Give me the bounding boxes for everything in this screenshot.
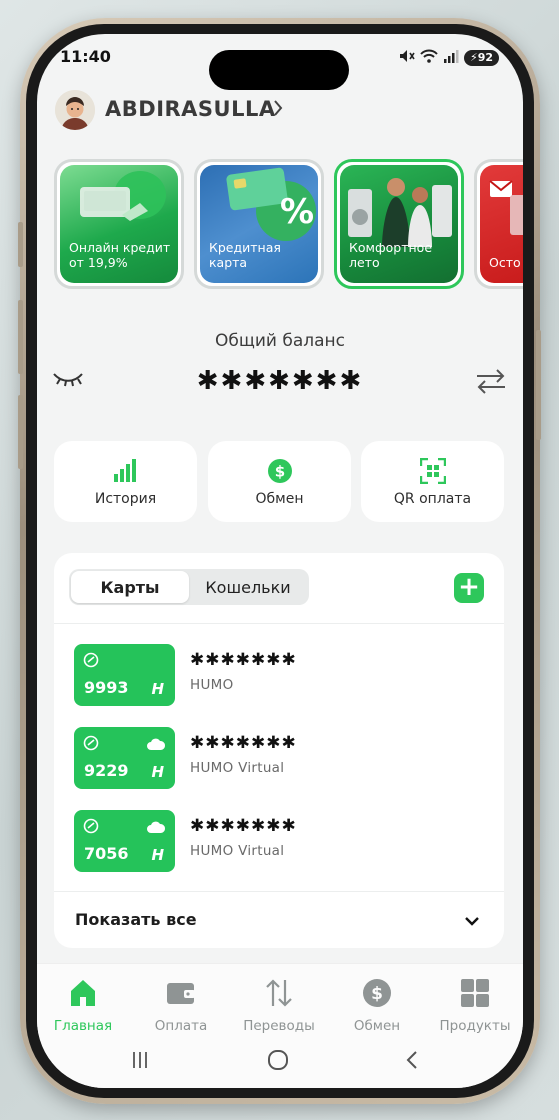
card-balance-masked: ✱✱✱✱✱✱✱ bbox=[190, 650, 297, 670]
action-button bbox=[18, 222, 23, 267]
story-credit-card[interactable]: % Кредитная карта bbox=[194, 159, 324, 289]
status-time: 11:40 bbox=[60, 47, 111, 66]
screen: 11:40 ⚡92 ABDIRASULLA Онлайн кредит от 1… bbox=[37, 34, 523, 1088]
home-icon bbox=[37, 976, 132, 1010]
chart-bars-icon bbox=[54, 458, 197, 482]
cards-wallets-toggle: Карты Кошельки bbox=[69, 569, 309, 605]
qr-payment-button[interactable]: QR оплата bbox=[361, 441, 504, 522]
show-all-button[interactable]: Показать все bbox=[75, 910, 197, 929]
tab-wallets[interactable]: Кошельки bbox=[189, 571, 307, 603]
qr-scan-icon bbox=[361, 458, 504, 484]
card-row[interactable]: 9993 H ✱✱✱✱✱✱✱ HUMO bbox=[74, 644, 494, 706]
nav-transfers[interactable]: Переводы bbox=[230, 976, 328, 1034]
nav-label: Обмен bbox=[353, 1018, 401, 1034]
card-type: HUMO bbox=[190, 677, 234, 693]
back-icon[interactable] bbox=[405, 1050, 419, 1074]
card-balance-masked: ✱✱✱✱✱✱✱ bbox=[190, 816, 297, 836]
story-label: Кредитная карта bbox=[209, 240, 281, 270]
nav-exchange[interactable]: $ Обмен bbox=[328, 976, 426, 1034]
balance-value: ✱✱✱✱✱✱✱ bbox=[196, 366, 364, 396]
dynamic-island bbox=[209, 50, 349, 90]
status-icons: ⚡92 bbox=[399, 48, 499, 67]
add-card-button[interactable]: + bbox=[454, 573, 484, 603]
card-row[interactable]: 7056 H ✱✱✱✱✱✱✱ HUMO Virtual bbox=[74, 810, 494, 872]
nav-payments[interactable]: Оплата bbox=[132, 976, 230, 1034]
user-name[interactable]: ABDIRASULLA bbox=[105, 97, 276, 121]
humo-h-icon: H bbox=[151, 763, 164, 781]
story-online-credit[interactable]: Онлайн кредит от 19,9% bbox=[54, 159, 184, 289]
cloud-icon bbox=[146, 818, 166, 837]
nav-label: Оплата bbox=[154, 1018, 208, 1034]
transfer-icon bbox=[230, 976, 328, 1010]
grid-icon bbox=[426, 976, 523, 1010]
story-promo[interactable]: Осто Мош bbox=[474, 159, 523, 289]
avatar[interactable] bbox=[55, 90, 95, 130]
card-type: HUMO Virtual bbox=[190, 843, 285, 859]
swap-arrows-icon[interactable] bbox=[475, 367, 507, 399]
exchange-label: Обмен bbox=[255, 491, 304, 507]
power-button bbox=[536, 330, 541, 440]
svg-text:$: $ bbox=[274, 463, 284, 481]
card-last-digits: 7056 bbox=[84, 844, 129, 863]
story-label: Осто Мош bbox=[489, 255, 523, 270]
exchange-button[interactable]: $ Обмен bbox=[208, 441, 351, 522]
dollar-icon: $ bbox=[208, 458, 351, 484]
volume-up-button bbox=[18, 300, 23, 374]
wallet-icon bbox=[132, 976, 230, 1010]
story-comfortable-summer[interactable]: Комфортное лето bbox=[334, 159, 464, 289]
nav-label: Продукты bbox=[439, 1018, 511, 1034]
humo-h-icon: H bbox=[151, 680, 164, 698]
story-label: Онлайн кредит от 19,9% bbox=[69, 240, 171, 270]
humo-logo-icon bbox=[83, 818, 99, 838]
home-circle-icon[interactable] bbox=[267, 1050, 289, 1074]
cloud-icon bbox=[146, 735, 166, 754]
card-thumbnail: 9993 H bbox=[74, 644, 175, 706]
history-button[interactable]: История bbox=[54, 441, 197, 522]
divider bbox=[54, 891, 504, 892]
wifi-icon bbox=[420, 48, 438, 67]
recent-apps-icon[interactable] bbox=[130, 1050, 150, 1074]
tab-cards[interactable]: Карты bbox=[71, 571, 189, 603]
card-type: HUMO Virtual bbox=[190, 760, 285, 776]
cards-panel: Карты Кошельки + 9993 H ✱✱✱✱✱✱✱ HUMO 922… bbox=[54, 553, 504, 948]
volume-down-button bbox=[18, 395, 23, 469]
bottom-nav: Главная Оплата Переводы $ Обмен Продукты bbox=[37, 963, 523, 1088]
mute-icon bbox=[399, 48, 415, 67]
card-row[interactable]: 9229 H ✱✱✱✱✱✱✱ HUMO Virtual bbox=[74, 727, 494, 789]
chevron-down-icon[interactable] bbox=[464, 911, 480, 930]
dollar-icon: $ bbox=[328, 976, 426, 1010]
divider bbox=[54, 623, 504, 624]
nav-products[interactable]: Продукты bbox=[426, 976, 523, 1034]
balance-title: Общий баланс bbox=[214, 331, 346, 351]
nav-label: Главная bbox=[53, 1018, 113, 1034]
story-label: Комфортное лето bbox=[349, 240, 433, 270]
card-balance-masked: ✱✱✱✱✱✱✱ bbox=[190, 733, 297, 753]
humo-h-icon: H bbox=[151, 846, 164, 864]
battery-level: 92 bbox=[477, 50, 493, 64]
card-last-digits: 9993 bbox=[84, 678, 129, 697]
nav-home[interactable]: Главная bbox=[37, 976, 132, 1034]
stories-carousel[interactable]: Онлайн кредит от 19,9% % Кредитная карта bbox=[54, 159, 523, 289]
card-thumbnail: 9229 H bbox=[74, 727, 175, 789]
card-last-digits: 9229 bbox=[84, 761, 129, 780]
card-thumbnail: 7056 H bbox=[74, 810, 175, 872]
qr-payment-label: QR оплата bbox=[393, 491, 472, 507]
humo-logo-icon bbox=[83, 735, 99, 755]
humo-logo-icon bbox=[83, 652, 99, 672]
battery-indicator: ⚡92 bbox=[463, 49, 499, 66]
signal-icon bbox=[443, 48, 459, 67]
history-label: История bbox=[94, 491, 157, 507]
nav-label: Переводы bbox=[243, 1018, 315, 1034]
chevron-right-icon[interactable] bbox=[273, 98, 283, 122]
svg-text:$: $ bbox=[371, 984, 383, 1004]
svg-text:%: % bbox=[280, 192, 314, 232]
